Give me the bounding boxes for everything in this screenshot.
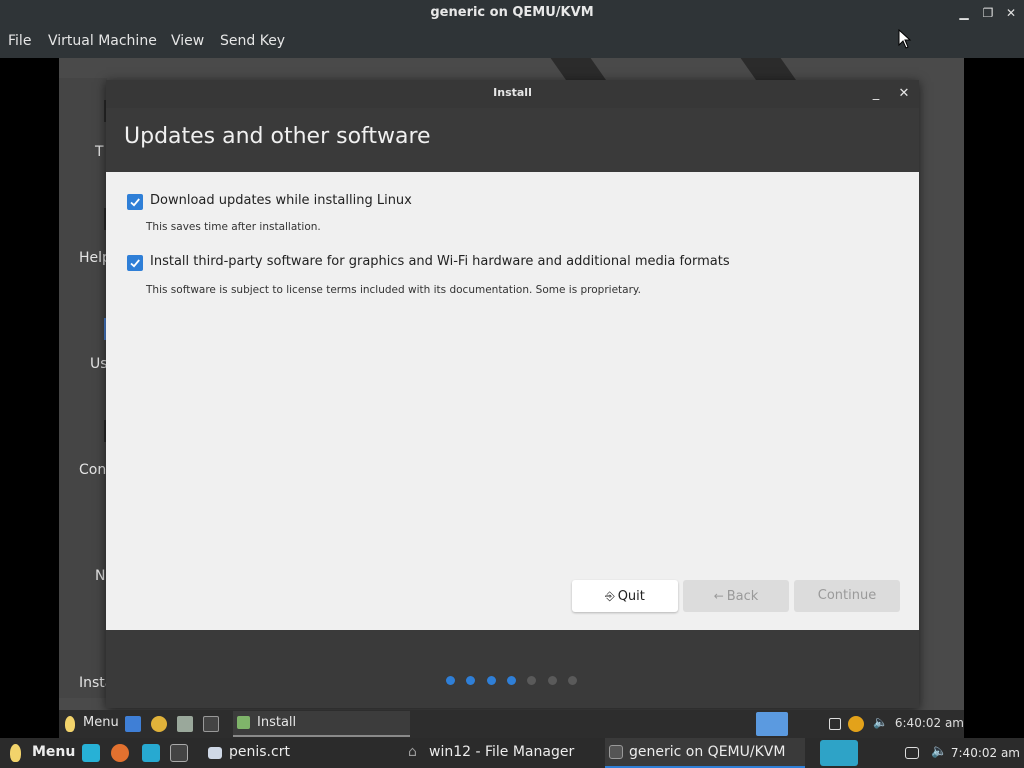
mouse-cursor-icon <box>898 29 912 49</box>
volume-icon[interactable]: 🔈 <box>931 744 947 759</box>
host-window-title: generic on QEMU/KVM <box>430 5 594 20</box>
monitor-icon[interactable] <box>905 747 919 759</box>
update-manager-icon[interactable] <box>848 716 864 732</box>
show-desktop-icon[interactable] <box>125 716 141 732</box>
vm-display[interactable]: T Help Us Con N Insta Install _ ✕ Update… <box>0 58 1024 738</box>
menu-virtual-machine[interactable]: Virtual Machine <box>48 33 157 49</box>
dialog-title: Install <box>493 86 532 99</box>
side-label: T <box>95 144 104 160</box>
progress-dot <box>486 676 496 685</box>
progress-dot <box>506 676 516 685</box>
guest-screen: T Help Us Con N Insta Install _ ✕ Update… <box>59 58 964 738</box>
menu-send-key[interactable]: Send Key <box>220 33 285 49</box>
progress-dot <box>527 676 537 685</box>
guest-task-install[interactable]: Install <box>233 711 410 737</box>
mint-logo-icon[interactable] <box>65 716 75 732</box>
show-desktop-icon[interactable] <box>82 744 100 762</box>
workspace-switcher-icon[interactable] <box>756 712 788 736</box>
home-folder-icon[interactable] <box>142 744 160 762</box>
dialog-content: Download updates while installing Linux … <box>106 172 919 630</box>
download-updates-checkbox[interactable] <box>127 194 143 210</box>
download-updates-label[interactable]: Download updates while installing Linux <box>150 193 412 208</box>
host-menu-label[interactable]: Menu <box>32 744 75 760</box>
menu-file[interactable]: File <box>8 33 31 49</box>
side-label: Us <box>90 356 108 372</box>
dialog-close-icon[interactable]: ✕ <box>894 84 914 104</box>
host-menubar: File Virtual Machine View Send Key <box>0 28 1024 58</box>
third-party-checkbox[interactable] <box>127 255 143 271</box>
host-task-qemu-label: generic on QEMU/KVM <box>629 744 786 760</box>
continue-label: Continue <box>817 588 877 603</box>
back-label: Back <box>726 589 759 604</box>
host-task-qemu[interactable]: generic on QEMU/KVM <box>605 738 805 768</box>
dialog-titlebar: Install _ ✕ <box>106 80 919 108</box>
host-close-icon[interactable]: ✕ <box>1002 4 1020 22</box>
checkmark-icon <box>130 198 140 207</box>
host-clock: 7:40:02 am <box>950 746 1020 760</box>
quit-icon: ⎆ <box>605 589 615 603</box>
installer-icon <box>237 716 250 729</box>
file-manager-icon[interactable] <box>177 716 193 732</box>
download-updates-description: This saves time after installation. <box>146 221 321 233</box>
volume-icon[interactable]: 🔈 <box>873 715 888 729</box>
wallpaper-stripe <box>550 58 608 82</box>
menu-view[interactable]: View <box>171 33 204 49</box>
progress-dot <box>547 676 557 685</box>
guest-menu-label[interactable]: Menu <box>83 715 119 730</box>
progress-dot <box>466 676 476 685</box>
host-window-titlebar: generic on QEMU/KVM ▁ ❐ ✕ <box>0 0 1024 28</box>
host-task-penis-crt[interactable]: penis.crt <box>229 744 290 760</box>
progress-dot <box>567 676 577 685</box>
continue-button[interactable]: Continue <box>794 580 900 612</box>
guest-clock: 6:40:02 am <box>894 716 964 730</box>
terminal-icon[interactable] <box>170 744 188 762</box>
wallpaper-stripe <box>740 58 798 82</box>
workspace-switcher-icon[interactable] <box>820 740 858 766</box>
quit-button[interactable]: ⎆ Quit <box>572 580 678 612</box>
side-label: Con <box>79 462 107 478</box>
document-icon <box>208 747 222 759</box>
progress-dot <box>446 676 455 685</box>
host-taskbar: Menu penis.crt ⌂ win12 - File Manager ge… <box>0 738 1024 768</box>
monitor-icon[interactable] <box>829 718 841 730</box>
third-party-label[interactable]: Install third-party software for graphic… <box>150 254 730 269</box>
host-restore-icon[interactable]: ❐ <box>979 4 997 22</box>
guest-task-label: Install <box>257 715 297 730</box>
guest-background-window: T Help Us Con N Insta <box>59 78 113 698</box>
third-party-description: This software is subject to license term… <box>146 284 641 296</box>
terminal-icon[interactable] <box>203 716 219 732</box>
dialog-header: Updates and other software <box>106 108 919 172</box>
page-title: Updates and other software <box>124 124 431 149</box>
firefox-icon[interactable] <box>111 744 129 762</box>
install-dialog: Install _ ✕ Updates and other software D… <box>106 80 919 708</box>
arrow-left-icon: ← <box>713 589 724 603</box>
mint-logo-icon[interactable] <box>10 744 21 762</box>
guest-taskbar: Menu Install 🔈 6:40:02 am <box>59 710 964 738</box>
checkmark-icon <box>130 259 140 268</box>
host-minimize-icon[interactable]: ▁ <box>955 4 973 22</box>
chrome-icon[interactable] <box>151 716 167 732</box>
back-button[interactable]: ← Back <box>683 580 789 612</box>
dialog-minimize-icon[interactable]: _ <box>866 84 886 104</box>
home-icon: ⌂ <box>408 744 417 760</box>
host-task-file-manager[interactable]: win12 - File Manager <box>429 744 574 760</box>
side-label: N <box>95 568 106 584</box>
quit-label: Quit <box>617 589 645 604</box>
vm-viewer-icon <box>609 745 623 759</box>
